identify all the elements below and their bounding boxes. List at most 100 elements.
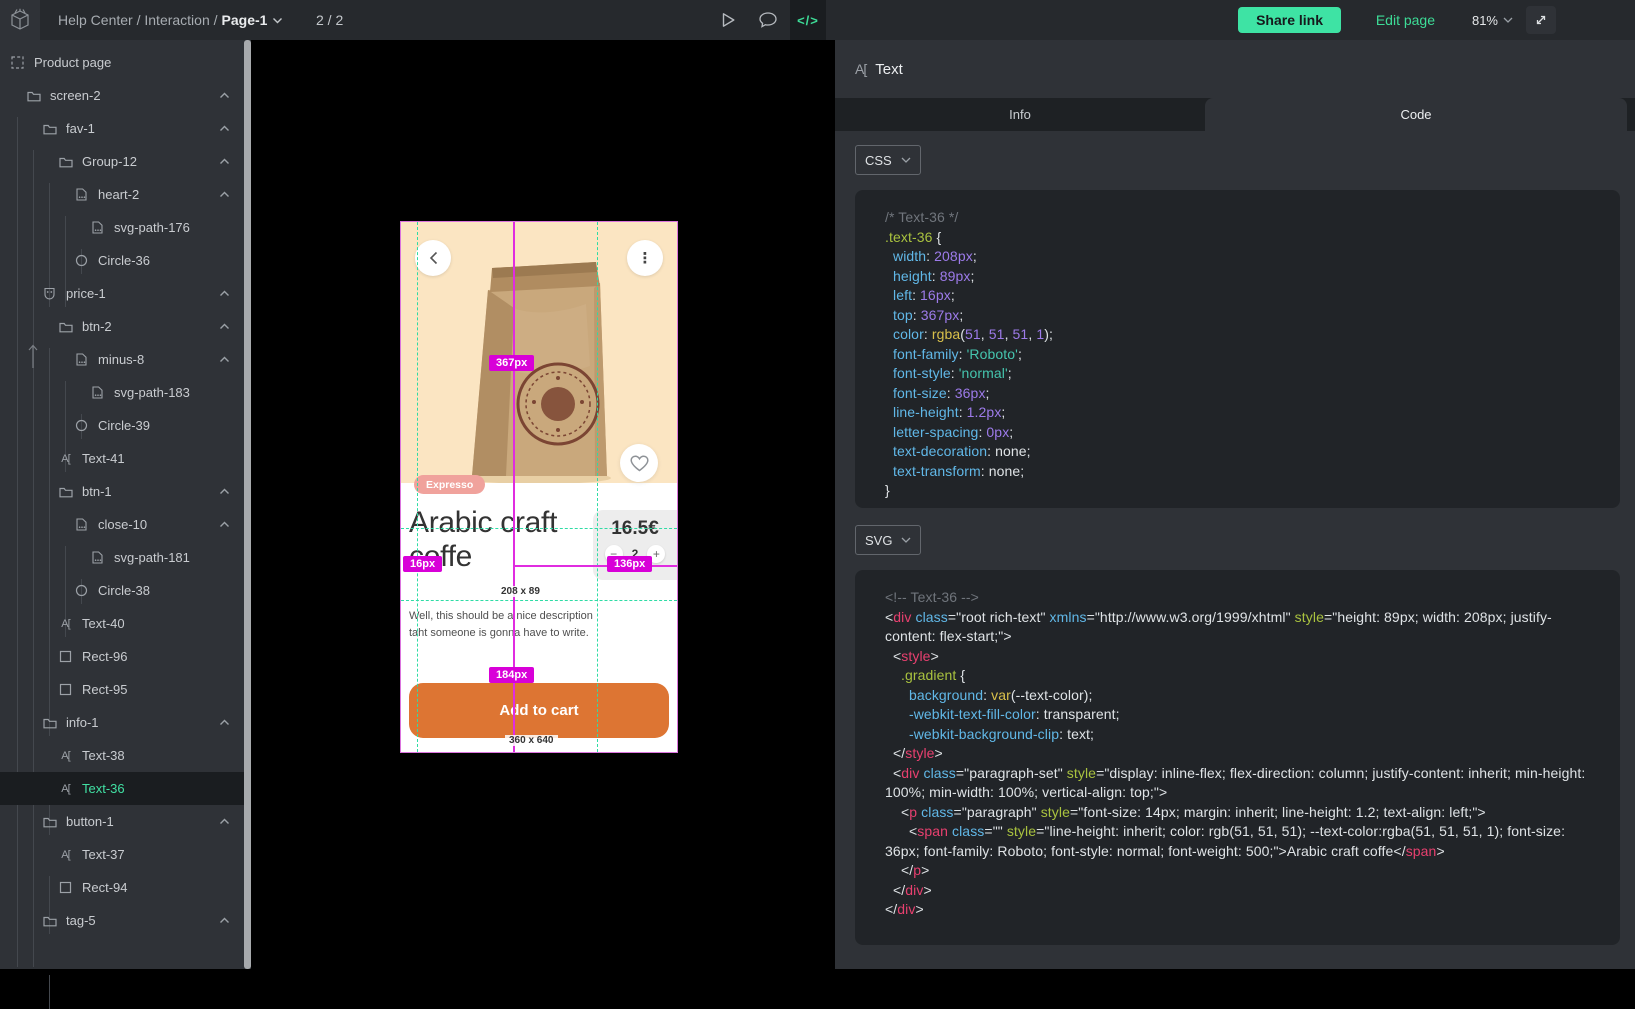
layer-item-rect-94[interactable]: Rect-94 bbox=[0, 871, 244, 904]
layer-item-svg-path-183[interactable]: svg-path-183 bbox=[0, 376, 244, 409]
layer-item-close-10[interactable]: close-10 bbox=[0, 508, 244, 541]
layer-item-heart-2[interactable]: heart-2 bbox=[0, 178, 244, 211]
code-line: font-size: 36px; bbox=[885, 384, 1598, 404]
code-line: -webkit-text-fill-color: transparent; bbox=[885, 705, 1598, 725]
svg-layer-icon bbox=[74, 518, 89, 531]
chevron-down-icon bbox=[901, 537, 911, 543]
chevron-up-icon[interactable] bbox=[216, 917, 230, 924]
layer-label: button-1 bbox=[66, 814, 207, 829]
layer-item-tag-5[interactable]: tag-5 bbox=[0, 904, 244, 937]
code-line: background: var(--text-color); bbox=[885, 686, 1598, 706]
layer-item-button-1[interactable]: button-1 bbox=[0, 805, 244, 838]
chevron-up-icon[interactable] bbox=[216, 818, 230, 825]
breadcrumb[interactable]: Help Center / Interaction / Page-1 bbox=[58, 0, 283, 40]
measurement-line bbox=[513, 565, 677, 567]
kebab-menu-icon: ⋮ bbox=[638, 251, 653, 266]
chevron-up-icon[interactable] bbox=[216, 290, 230, 297]
chevron-up-icon[interactable] bbox=[216, 323, 230, 330]
layer-label: Circle-36 bbox=[98, 253, 236, 268]
layer-item-text-38[interactable]: A[Text-38 bbox=[0, 739, 244, 772]
favorite-button[interactable] bbox=[620, 444, 658, 482]
layer-item-fav-1[interactable]: fav-1 bbox=[0, 112, 244, 145]
comments-button[interactable] bbox=[750, 0, 786, 40]
chevron-up-icon[interactable] bbox=[216, 521, 230, 528]
chevron-down-icon bbox=[1503, 17, 1513, 23]
layer-tree: Product pagescreen-2 fav-1 Group-12 heart-2… bbox=[0, 46, 244, 937]
heart-icon bbox=[630, 455, 649, 472]
code-line: .text-36 { bbox=[885, 228, 1598, 248]
back-button[interactable] bbox=[415, 240, 451, 276]
code-line: letter-spacing: 0px; bbox=[885, 423, 1598, 443]
inspector-tabbar: Info Code bbox=[835, 98, 1635, 131]
tab-info[interactable]: Info bbox=[835, 98, 1205, 131]
top-toolbar: Help Center / Interaction / Page-1 2 / 2… bbox=[0, 0, 1635, 40]
code-line: top: 367px; bbox=[885, 306, 1598, 326]
breadcrumb-current-page: Page-1 bbox=[222, 12, 268, 28]
folder-layer-icon bbox=[58, 486, 73, 498]
code-mode-button[interactable]: </> bbox=[790, 0, 826, 40]
layer-item-group-12[interactable]: Group-12 bbox=[0, 145, 244, 178]
layer-item-svg-path-181[interactable]: svg-path-181 bbox=[0, 541, 244, 574]
chevron-up-icon[interactable] bbox=[216, 92, 230, 99]
screen-dimensions-label: 360 x 640 bbox=[505, 735, 558, 746]
folder-layer-icon bbox=[42, 915, 57, 927]
layer-item-circle-39[interactable]: Circle-39 bbox=[0, 409, 244, 442]
sidebar-scrollbar[interactable] bbox=[244, 40, 251, 969]
layer-item-product page[interactable]: Product page bbox=[0, 46, 244, 79]
measurement-label-left: 16px bbox=[403, 556, 442, 572]
layer-item-btn-1[interactable]: btn-1 bbox=[0, 475, 244, 508]
fullscreen-button[interactable] bbox=[1526, 6, 1556, 34]
layer-item-price-1[interactable]: price-1 bbox=[0, 277, 244, 310]
zoom-level-value: 81% bbox=[1472, 13, 1498, 28]
expand-icon bbox=[1534, 13, 1548, 27]
layer-item-btn-2[interactable]: btn-2 bbox=[0, 310, 244, 343]
chevron-up-icon[interactable] bbox=[216, 488, 230, 495]
rect-layer-icon bbox=[58, 683, 73, 696]
layer-item-info-1[interactable]: info-1 bbox=[0, 706, 244, 739]
add-to-cart-button[interactable]: Add to cart bbox=[409, 683, 669, 738]
chevron-up-icon[interactable] bbox=[216, 158, 230, 165]
code-line: font-family: 'Roboto'; bbox=[885, 345, 1598, 365]
code-line: color: rgba(51, 51, 51, 1); bbox=[885, 325, 1598, 345]
guide-line-vertical bbox=[417, 222, 418, 752]
layer-label: Rect-94 bbox=[82, 880, 236, 895]
preview-play-button[interactable] bbox=[710, 0, 746, 40]
layer-item-text-41[interactable]: A[Text-41 bbox=[0, 442, 244, 475]
svg-code-block[interactable]: <!-- Text-36 --><div class="root rich-te… bbox=[855, 570, 1620, 945]
css-language-dropdown[interactable]: CSS bbox=[855, 145, 921, 175]
chevron-up-icon[interactable] bbox=[216, 191, 230, 198]
folder-layer-icon bbox=[58, 321, 73, 333]
more-options-button[interactable]: ⋮ bbox=[627, 240, 663, 276]
layer-item-text-36[interactable]: A[Text-36 bbox=[0, 772, 244, 805]
chevron-up-icon[interactable] bbox=[216, 356, 230, 363]
layer-label: Rect-96 bbox=[82, 649, 236, 664]
circle-layer-icon bbox=[74, 254, 89, 267]
layer-label: fav-1 bbox=[66, 121, 207, 136]
svg-language-dropdown[interactable]: SVG bbox=[855, 525, 921, 555]
screen-frame[interactable]: ⋮ Expresso Arabic craft coffe 16.5€ − 2 … bbox=[401, 222, 677, 752]
chevron-up-icon[interactable] bbox=[216, 125, 230, 132]
layer-item-text-40[interactable]: A[Text-40 bbox=[0, 607, 244, 640]
layer-label: Group-12 bbox=[82, 154, 207, 169]
css-code-block[interactable]: /* Text-36 */.text-36 { width: 208px; he… bbox=[855, 190, 1620, 508]
zoom-level-dropdown[interactable]: 81% bbox=[1472, 0, 1513, 40]
edit-page-link[interactable]: Edit page bbox=[1376, 0, 1435, 40]
layer-item-text-37[interactable]: A[Text-37 bbox=[0, 838, 244, 871]
layer-item-rect-95[interactable]: Rect-95 bbox=[0, 673, 244, 706]
layer-item-circle-38[interactable]: Circle-38 bbox=[0, 574, 244, 607]
layer-item-minus-8[interactable]: minus-8 bbox=[0, 343, 244, 376]
layer-item-rect-96[interactable]: Rect-96 bbox=[0, 640, 244, 673]
app-logo[interactable] bbox=[0, 0, 40, 40]
share-link-button[interactable]: Share link bbox=[1238, 7, 1341, 33]
page-indicator: 2 / 2 bbox=[316, 0, 343, 40]
tab-code[interactable]: Code bbox=[1205, 98, 1627, 131]
guide-line-horizontal bbox=[401, 528, 677, 529]
code-line: </div> bbox=[885, 900, 1598, 920]
breadcrumb-path: Help Center / Interaction / bbox=[58, 12, 218, 28]
chevron-up-icon[interactable] bbox=[216, 719, 230, 726]
layer-item-screen-2[interactable]: screen-2 bbox=[0, 79, 244, 112]
layer-item-svg-path-176[interactable]: svg-path-176 bbox=[0, 211, 244, 244]
layer-item-circle-36[interactable]: Circle-36 bbox=[0, 244, 244, 277]
product-description[interactable]: Well, this should be a nice description … bbox=[409, 608, 607, 642]
product-tag-badge[interactable]: Expresso bbox=[414, 475, 485, 494]
